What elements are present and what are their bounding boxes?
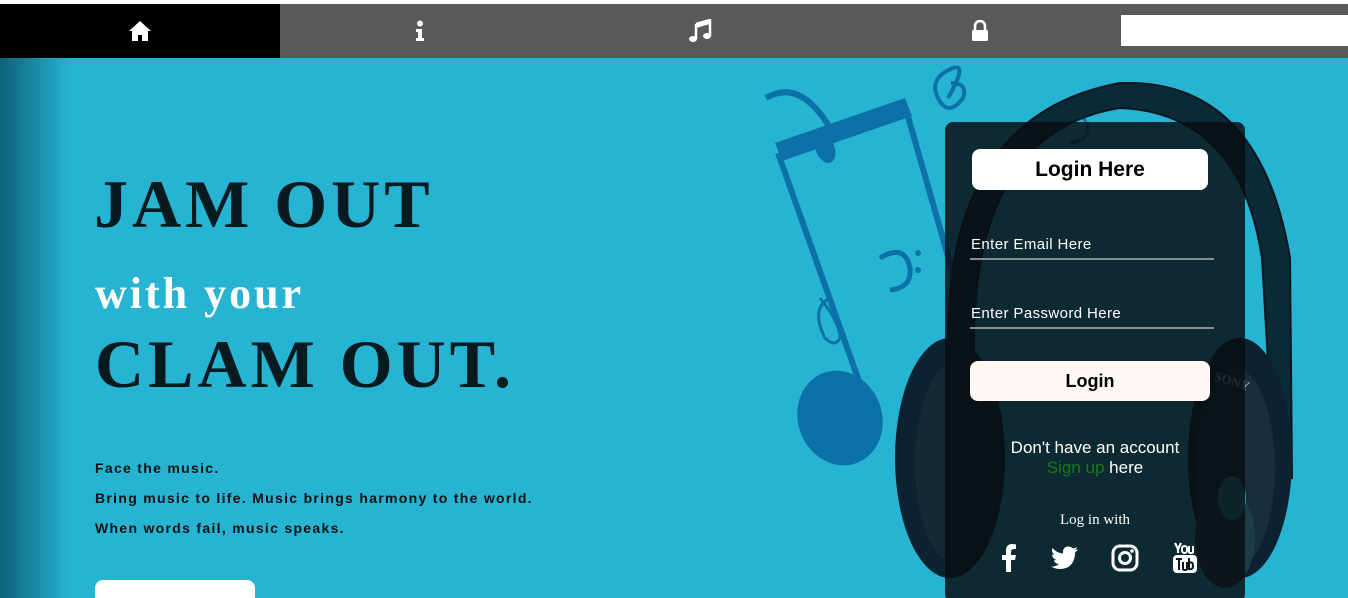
tagline-2: Bring music to life. Music brings harmon… bbox=[95, 490, 533, 506]
facebook-icon bbox=[1002, 544, 1016, 572]
login-card: Login Here Login Don't have an account S… bbox=[945, 122, 1245, 598]
signup-link[interactable]: Sign up bbox=[1047, 458, 1105, 477]
nav-search-input[interactable] bbox=[1121, 15, 1348, 46]
password-field[interactable] bbox=[970, 299, 1214, 329]
youtube-icon bbox=[1173, 542, 1197, 573]
login-button[interactable]: Login bbox=[970, 361, 1210, 401]
headline-line-1: JAM OUT bbox=[94, 166, 434, 242]
home-icon bbox=[129, 21, 151, 41]
nav-lock[interactable] bbox=[840, 4, 1120, 58]
music-note-icon bbox=[689, 19, 712, 42]
signup-suffix: here bbox=[1104, 458, 1144, 477]
hero-section: SONY JAM OUT with your CLAM OUT. Face th… bbox=[0, 58, 1348, 598]
top-navbar bbox=[0, 4, 1348, 58]
join-us-button[interactable]: JOIN US bbox=[95, 580, 255, 598]
no-account-text: Don't have an account bbox=[1010, 438, 1180, 457]
youtube-link[interactable] bbox=[1169, 542, 1201, 574]
email-field[interactable] bbox=[970, 230, 1214, 260]
twitter-link[interactable] bbox=[1049, 542, 1081, 574]
tagline-1: Face the music. bbox=[95, 460, 220, 476]
facebook-link[interactable] bbox=[993, 542, 1025, 574]
nav-music[interactable] bbox=[560, 4, 840, 58]
login-heading: Login Here bbox=[972, 149, 1208, 190]
nav-info[interactable] bbox=[280, 4, 560, 58]
headline-line-3: CLAM OUT. bbox=[95, 326, 516, 402]
lock-icon bbox=[972, 20, 988, 41]
headline-line-2: with your bbox=[95, 269, 305, 318]
signup-row: Sign up here bbox=[945, 458, 1245, 478]
tagline-3: When words fail, music speaks. bbox=[95, 520, 345, 536]
twitter-icon bbox=[1051, 546, 1078, 569]
login-with-text: Log in with bbox=[1060, 512, 1130, 528]
instagram-link[interactable] bbox=[1109, 542, 1141, 574]
nav-home[interactable] bbox=[0, 4, 280, 58]
info-icon bbox=[416, 20, 424, 41]
instagram-icon bbox=[1111, 544, 1139, 572]
